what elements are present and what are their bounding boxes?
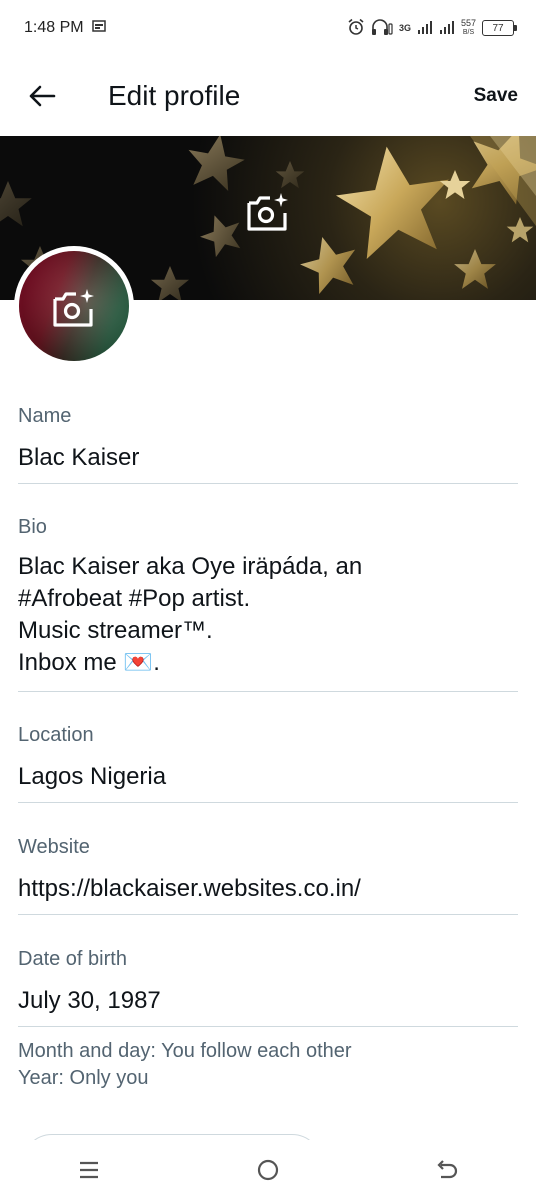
nav-back-button[interactable] [417, 1140, 477, 1200]
status-bar: 1:48 PM 3G 557 B/S 77 [0, 0, 536, 56]
home-circle-icon [257, 1159, 279, 1181]
battery-indicator: 77 [482, 20, 517, 36]
screenshot-notification-icon [91, 19, 106, 37]
status-right: 3G 557 B/S 77 [347, 18, 517, 39]
bio-line: #Afrobeat #Pop artist. [18, 585, 251, 612]
back-button[interactable] [26, 80, 58, 112]
camera-plus-icon [53, 289, 94, 327]
signal-icon-1 [417, 20, 433, 37]
camera-plus-icon [247, 193, 288, 231]
birth-date-visibility-hint: Month and day: You follow each other Yea… [18, 1038, 352, 1092]
network-speed: 557 B/S [461, 19, 476, 37]
name-field[interactable]: Name Blac Kaiser [18, 404, 518, 484]
website-field[interactable]: Website https://blackaiser.websites.co.i… [18, 835, 518, 915]
nav-home-button[interactable] [238, 1140, 298, 1200]
bio-line: Blac Kaiser aka Oye iräpáda, an [18, 553, 363, 580]
status-left: 1:48 PM [24, 19, 106, 37]
bio-label: Bio [18, 516, 47, 538]
save-button[interactable]: Save [474, 85, 518, 107]
location-field[interactable]: Location Lagos Nigeria [18, 723, 518, 803]
nav-menu-button[interactable] [59, 1140, 119, 1200]
back-arrow-icon [437, 1160, 457, 1179]
bio-line: Inbox me 💌. [18, 649, 160, 676]
bio-field[interactable]: Bio Blac Kaiser aka Oye iräpáda, an #Afr… [18, 515, 518, 692]
network-speed-value: 557 [460, 18, 476, 28]
hint-line: Month and day: You follow each other [18, 1040, 352, 1062]
arrow-left-icon [29, 85, 56, 107]
network-type: 3G [398, 23, 411, 33]
location-label: Location [18, 724, 94, 746]
birth-date-field[interactable]: Date of birth July 30, 1987 [18, 947, 518, 1027]
avatar-camera-button[interactable] [50, 284, 98, 332]
birth-date-label: Date of birth [18, 948, 127, 970]
hint-line: Year: Only you [18, 1067, 149, 1089]
website-value: https://blackaiser.websites.co.in/ [18, 875, 361, 902]
menu-icon [80, 1161, 99, 1179]
status-time: 1:48 PM [24, 19, 84, 36]
edit-profile-header: Edit profile Save [0, 56, 536, 136]
banner-camera-button[interactable] [244, 188, 292, 236]
alarm-icon [347, 18, 365, 39]
network-speed-unit: B/S [462, 29, 475, 36]
page-title: Edit profile [108, 80, 241, 111]
website-label: Website [18, 836, 90, 858]
location-value: Lagos Nigeria [18, 763, 167, 790]
system-nav-bar [0, 1140, 536, 1200]
headphones-icon [371, 18, 393, 39]
battery-level: 77 [492, 22, 504, 34]
name-label: Name [18, 405, 72, 427]
birth-date-value: July 30, 1987 [18, 987, 161, 1014]
bio-line: Music streamer™. [18, 617, 213, 644]
bio-value: Blac Kaiser aka Oye iräpáda, an #Afrobea… [18, 551, 518, 679]
name-value: Blac Kaiser [18, 444, 140, 471]
signal-icon-2 [439, 20, 455, 37]
